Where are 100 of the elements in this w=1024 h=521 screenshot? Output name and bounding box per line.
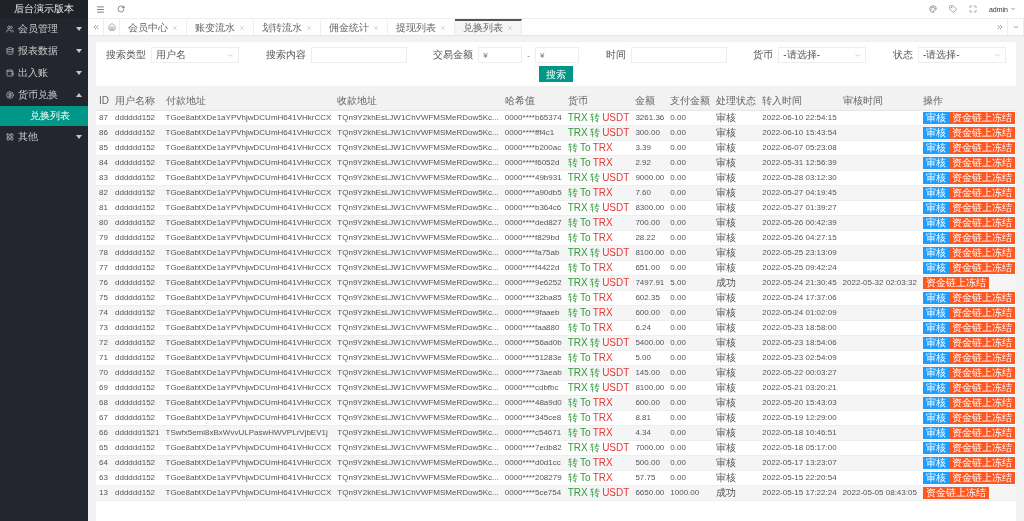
review-button[interactable]: 审核 [922, 471, 949, 484]
close-icon[interactable] [172, 25, 178, 31]
freeze-button[interactable]: 资金链上冻结 [948, 291, 1015, 304]
sidebar-item-label: 报表数据 [18, 44, 59, 58]
sidebar-item[interactable]: 出入账 [0, 62, 88, 84]
freeze-button[interactable]: 资金链上冻结 [948, 351, 1015, 364]
review-button[interactable]: 审核 [922, 381, 949, 394]
freeze-button[interactable]: 资金链上冻结 [948, 366, 1015, 379]
column-header: 审核时间 [839, 92, 920, 110]
range-separator: - [527, 50, 530, 60]
freeze-button[interactable]: 资金链上冻结 [948, 186, 1015, 199]
review-button[interactable]: 审核 [922, 126, 949, 139]
sidebar-item[interactable]: 其他 [0, 126, 88, 148]
close-icon[interactable] [440, 25, 446, 31]
review-button[interactable]: 审核 [922, 261, 949, 274]
fullscreen-icon[interactable] [968, 5, 977, 13]
column-header: 收款地址 [334, 92, 502, 110]
freeze-button[interactable]: 资金链上冻结 [948, 111, 1015, 124]
review-button[interactable]: 审核 [922, 246, 949, 259]
tag-icon[interactable] [948, 5, 957, 13]
tab[interactable]: 兑换列表 [455, 19, 522, 35]
scroll-right-icon[interactable] [995, 23, 1004, 31]
freeze-button[interactable]: 资金链上冻结 [948, 156, 1015, 169]
review-button[interactable]: 审核 [922, 351, 949, 364]
field-label: 货币 [753, 48, 774, 62]
input-field[interactable]: ¥ [478, 47, 523, 63]
palette-icon[interactable] [928, 5, 937, 13]
coin-icon [6, 91, 14, 99]
review-button[interactable]: 审核 [922, 111, 949, 124]
review-button[interactable]: 审核 [922, 186, 949, 199]
close-icon[interactable] [239, 25, 245, 31]
review-button[interactable]: 审核 [922, 456, 949, 469]
field-label: 搜索类型 [106, 48, 146, 62]
select-field[interactable]: -请选择- [778, 47, 867, 63]
review-button[interactable]: 审核 [922, 411, 949, 424]
caret-icon [1010, 6, 1016, 12]
scroll-left-icon[interactable] [91, 23, 100, 31]
freeze-button[interactable]: 资金链上冻结 [948, 216, 1015, 229]
search-button[interactable]: 搜索 [539, 66, 573, 82]
freeze-button[interactable]: 资金链上冻结 [948, 441, 1015, 454]
freeze-button[interactable]: 资金链上冻结 [922, 276, 989, 289]
review-button[interactable]: 审核 [922, 396, 949, 409]
field-label: 状态 [892, 48, 913, 62]
review-button[interactable]: 审核 [922, 156, 949, 169]
select-field[interactable]: 用户名 [151, 47, 239, 63]
sidebar-subitem[interactable]: 兑换列表 [0, 106, 88, 126]
sidebar-item[interactable]: 会员管理 [0, 18, 88, 40]
freeze-button[interactable]: 资金链上冻结 [948, 246, 1015, 259]
review-button[interactable]: 审核 [922, 321, 949, 334]
sidebar-item-label: 出入账 [18, 66, 49, 80]
freeze-button[interactable]: 资金链上冻结 [948, 426, 1015, 439]
sidebar-item[interactable]: 报表数据 [0, 40, 88, 62]
freeze-button[interactable]: 资金链上冻结 [948, 321, 1015, 334]
freeze-button[interactable]: 资金链上冻结 [948, 306, 1015, 319]
freeze-button[interactable]: 资金链上冻结 [948, 471, 1015, 484]
review-button[interactable]: 审核 [922, 216, 949, 229]
input-field[interactable]: ¥ [535, 47, 579, 63]
refresh-icon[interactable] [117, 5, 125, 13]
column-header: 用户名称 [112, 92, 163, 110]
home-icon[interactable] [107, 23, 116, 31]
freeze-button[interactable]: 资金链上冻结 [948, 141, 1015, 154]
freeze-button[interactable]: 资金链上冻结 [948, 231, 1015, 244]
review-button[interactable]: 审核 [922, 336, 949, 349]
caret-icon [993, 51, 1001, 59]
sidebar-item-label: 会员管理 [18, 22, 59, 36]
grid-icon [6, 133, 14, 141]
freeze-button[interactable]: 资金链上冻结 [948, 126, 1015, 139]
wallet-icon [6, 69, 14, 77]
field-label: 交易金额 [433, 48, 474, 62]
freeze-button[interactable]: 资金链上冻结 [948, 336, 1015, 349]
field-label: 搜索内容 [265, 48, 306, 62]
column-header: 货币 [564, 92, 633, 110]
review-button[interactable]: 审核 [922, 291, 949, 304]
caret-icon [227, 51, 234, 59]
menu-icon[interactable] [96, 4, 105, 14]
freeze-button[interactable]: 资金链上冻结 [948, 381, 1015, 394]
review-button[interactable]: 审核 [922, 141, 949, 154]
freeze-button[interactable]: 资金链上冻结 [948, 261, 1015, 274]
freeze-button[interactable]: 资金链上冻结 [948, 171, 1015, 184]
select-field[interactable]: -请选择- [917, 47, 1006, 63]
caret-icon[interactable] [1011, 23, 1020, 31]
close-icon[interactable] [306, 25, 312, 31]
review-button[interactable]: 审核 [922, 441, 949, 454]
freeze-button[interactable]: 资金链上冻结 [948, 396, 1015, 409]
review-button[interactable]: 审核 [922, 231, 949, 244]
close-icon[interactable] [373, 25, 379, 31]
freeze-button[interactable]: 资金链上冻结 [948, 201, 1015, 214]
sidebar-item[interactable]: 货币兑换 [0, 84, 88, 106]
column-header: ID [96, 92, 112, 110]
freeze-button[interactable]: 资金链上冻结 [948, 411, 1015, 424]
review-button[interactable]: 审核 [922, 366, 949, 379]
review-button[interactable]: 审核 [922, 306, 949, 319]
review-button[interactable]: 审核 [922, 171, 949, 184]
freeze-button[interactable]: 资金链上冻结 [948, 456, 1015, 469]
column-header: 支付金额 [667, 92, 714, 110]
close-icon[interactable] [507, 25, 513, 31]
review-button[interactable]: 审核 [922, 426, 949, 439]
people-icon [6, 25, 14, 33]
review-button[interactable]: 审核 [922, 201, 949, 214]
freeze-button[interactable]: 资金链上冻结 [922, 486, 989, 499]
